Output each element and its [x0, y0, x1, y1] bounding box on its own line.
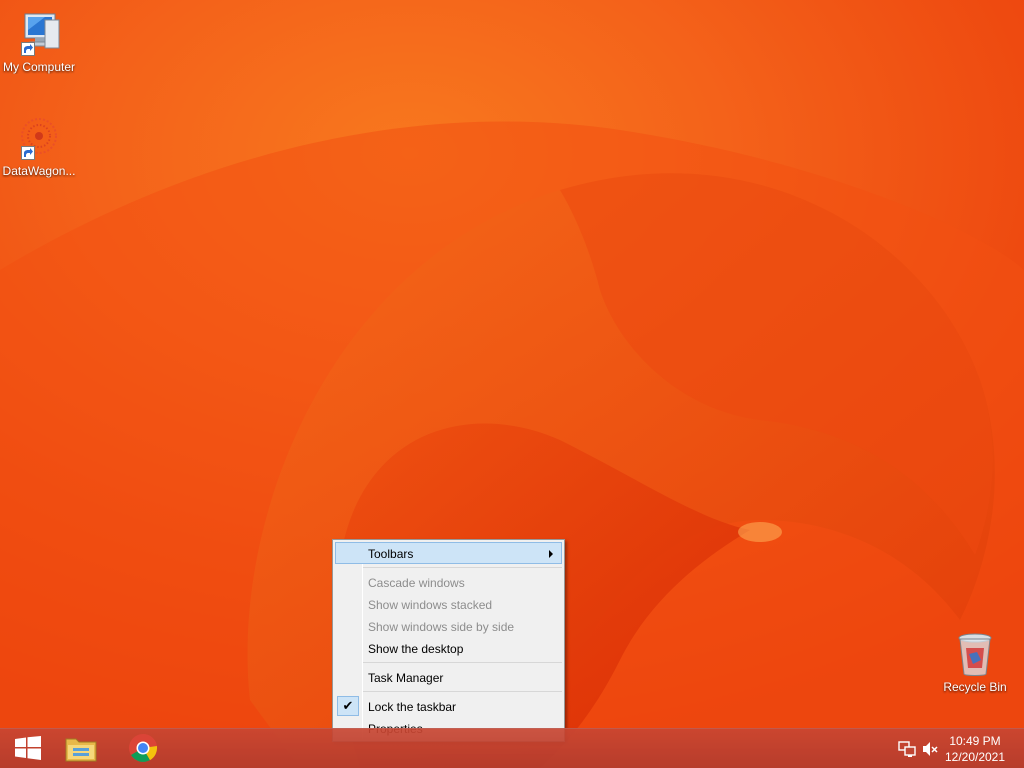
menu-item-label: Show windows stacked — [368, 598, 493, 612]
checkmark-icon: ✔ — [337, 696, 359, 716]
menu-item-toolbars[interactable]: Toolbars — [335, 542, 562, 564]
menu-item-show-windows-side-by-side[interactable]: Show windows side by side — [335, 615, 562, 637]
shortcut-arrow-icon — [21, 42, 35, 56]
system-clock[interactable]: 10:49 PM 12/20/2021 — [940, 733, 1010, 765]
desktop-icon-label: My Computer — [2, 60, 76, 74]
file-explorer-button[interactable] — [53, 729, 109, 768]
chrome-icon — [128, 733, 158, 766]
speaker-muted-icon[interactable] — [921, 740, 939, 758]
recycle-bin-icon — [951, 630, 999, 678]
clock-time: 10:49 PM — [949, 734, 1001, 748]
menu-item-task-manager[interactable]: Task Manager — [335, 666, 562, 688]
menu-separator — [335, 688, 562, 695]
shortcut-arrow-icon — [21, 146, 35, 160]
desktop-icon-label: Recycle Bin — [943, 680, 1007, 694]
desktop-icon-datawagon[interactable]: DataWagon... — [0, 114, 78, 178]
taskbar-context-menu: Toolbars Cascade windows Show windows st… — [332, 539, 565, 742]
menu-separator — [335, 564, 562, 571]
menu-item-label: Cascade windows — [368, 576, 465, 590]
menu-item-label: Show the desktop — [368, 642, 464, 656]
desktop-icon-recycle-bin[interactable]: Recycle Bin — [936, 630, 1014, 694]
menu-item-label: Task Manager — [368, 671, 444, 685]
network-icon[interactable] — [898, 740, 916, 758]
desktop-icon-label: DataWagon... — [2, 164, 76, 178]
menu-item-show-the-desktop[interactable]: Show the desktop — [335, 637, 562, 659]
desktop-icon-my-computer[interactable]: My Computer — [0, 10, 78, 74]
file-explorer-icon — [64, 733, 98, 766]
datawagon-icon — [15, 114, 63, 162]
menu-item-label: Toolbars — [368, 547, 414, 561]
submenu-arrow-icon — [549, 550, 553, 558]
menu-item-lock-the-taskbar[interactable]: ✔ Lock the taskbar — [335, 695, 562, 717]
menu-item-label: Lock the taskbar — [368, 700, 457, 714]
taskbar[interactable]: 10:49 PM 12/20/2021 — [0, 728, 1024, 768]
menu-item-cascade-windows[interactable]: Cascade windows — [335, 571, 562, 593]
start-button[interactable] — [0, 729, 56, 768]
menu-separator — [335, 659, 562, 666]
clock-date: 12/20/2021 — [944, 750, 1006, 764]
windows-start-icon — [14, 735, 42, 763]
menu-item-label: Show windows side by side — [368, 620, 515, 634]
chrome-button[interactable] — [115, 729, 171, 768]
computer-icon — [15, 10, 63, 58]
menu-item-show-windows-stacked[interactable]: Show windows stacked — [335, 593, 562, 615]
